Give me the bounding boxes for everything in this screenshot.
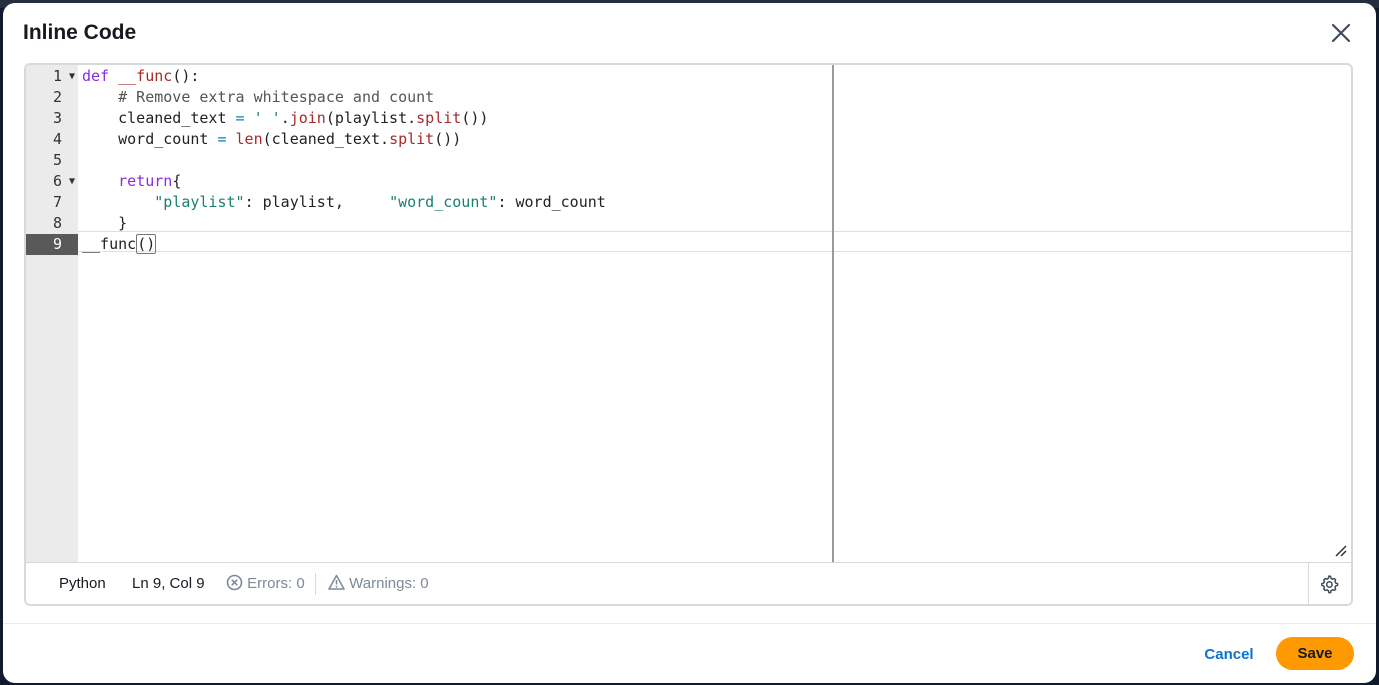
code-token: "word_count"	[389, 193, 498, 211]
code-token: "playlist"	[154, 193, 245, 211]
line-number: 2	[26, 87, 78, 108]
code-line[interactable]: def __func():	[82, 66, 199, 87]
code-token: def	[82, 67, 110, 85]
modal-title: Inline Code	[23, 21, 137, 44]
code-text-area[interactable]: def __func(): # Remove extra whitespace …	[78, 65, 1351, 564]
settings-gear-icon[interactable]	[1319, 574, 1339, 594]
line-number: 4	[26, 129, 78, 150]
code-token: : playlist,	[244, 193, 390, 211]
code-line[interactable]: __func()	[82, 234, 157, 255]
code-token: }	[82, 214, 128, 232]
code-editor[interactable]: 1 ▼ 2 3 4 5 6 ▼ 7 8 9 def __func(): # Remove extra…	[24, 63, 1353, 606]
code-token: : word_count	[497, 193, 606, 211]
line-number: 8	[26, 213, 78, 234]
code-token: ())	[461, 109, 489, 127]
line-number-label: 1	[52, 67, 62, 85]
inline-code-modal: Inline Code 1 ▼ 2 3 4 5 6 ▼ 7 8 9 def __func(): # …	[3, 3, 1376, 683]
line-number-gutter: 1 ▼ 2 3 4 5 6 ▼ 7 8 9	[26, 65, 78, 564]
line-number: 1 ▼	[26, 66, 78, 87]
line-number: 3	[26, 108, 78, 129]
code-token: =	[235, 109, 245, 127]
code-token: ()	[136, 234, 157, 254]
code-token: split	[389, 130, 435, 148]
fold-arrow-icon[interactable]: ▼	[69, 171, 75, 192]
fold-arrow-icon[interactable]: ▼	[69, 66, 75, 87]
line-number: 5	[26, 150, 78, 171]
code-token: return	[118, 172, 173, 190]
cancel-button[interactable]: Cancel	[1199, 639, 1259, 671]
code-line[interactable]: }	[82, 213, 127, 234]
warning-triangle-icon	[328, 574, 345, 590]
code-token: __func	[82, 235, 137, 253]
line-number-label: 9	[52, 235, 62, 253]
line-number-label: 4	[52, 130, 62, 148]
code-token: split	[416, 109, 462, 127]
save-button[interactable]: Save	[1276, 637, 1354, 670]
language-indicator[interactable]: Python	[59, 574, 106, 594]
editor-status-bar: Python Ln 9, Col 9 Errors: 0 Warnings: 0	[26, 562, 1351, 604]
line-number: 6 ▼	[26, 171, 78, 192]
line-number-label: 2	[52, 88, 62, 106]
code-token: ())	[434, 130, 462, 148]
close-icon[interactable]	[1328, 20, 1354, 46]
code-line[interactable]: cleaned_text = ' '.join(playlist.split()…	[82, 108, 488, 129]
line-number-label: 3	[52, 109, 62, 127]
code-token: .	[280, 109, 290, 127]
errors-label: Errors: 0	[247, 575, 305, 592]
line-number-label: 7	[52, 193, 62, 211]
code-token: (cleaned_text.	[262, 130, 390, 148]
code-line[interactable]: "playlist": playlist, "word_count": word…	[82, 192, 606, 213]
code-token: ' '	[253, 109, 281, 127]
footer-divider	[3, 623, 1376, 624]
code-token: {	[172, 172, 182, 190]
code-line[interactable]: word_count = len(cleaned_text.split())	[82, 129, 461, 150]
code-token: ():	[172, 67, 200, 85]
errors-indicator[interactable]: Errors: 0	[226, 574, 305, 594]
warnings-label: Warnings: 0	[349, 575, 429, 592]
code-token: __func	[118, 67, 173, 85]
status-divider	[315, 573, 316, 595]
line-number-label: 8	[52, 214, 62, 232]
error-circle-icon	[226, 574, 243, 591]
line-number-label: 5	[52, 151, 62, 169]
settings-divider	[1308, 563, 1309, 604]
code-token: word_count	[82, 130, 218, 148]
code-token: # Remove extra whitespace and count	[118, 88, 435, 106]
resize-handle-icon[interactable]	[1335, 544, 1347, 557]
line-number: 7	[26, 192, 78, 213]
code-token: cleaned_text	[82, 109, 236, 127]
active-line-highlight	[78, 231, 1351, 252]
code-token: join	[289, 109, 326, 127]
code-token: (playlist.	[325, 109, 417, 127]
cursor-position: Ln 9, Col 9	[132, 575, 205, 592]
code-line[interactable]: # Remove extra whitespace and count	[82, 87, 434, 108]
warnings-indicator[interactable]: Warnings: 0	[328, 574, 429, 594]
code-token: len	[235, 130, 263, 148]
line-number: 9	[26, 234, 78, 255]
code-token: =	[217, 130, 227, 148]
line-number-label: 6	[52, 172, 62, 190]
code-line[interactable]: return{	[82, 171, 181, 192]
print-margin	[832, 65, 834, 564]
modal-header: Inline Code	[3, 3, 1376, 63]
